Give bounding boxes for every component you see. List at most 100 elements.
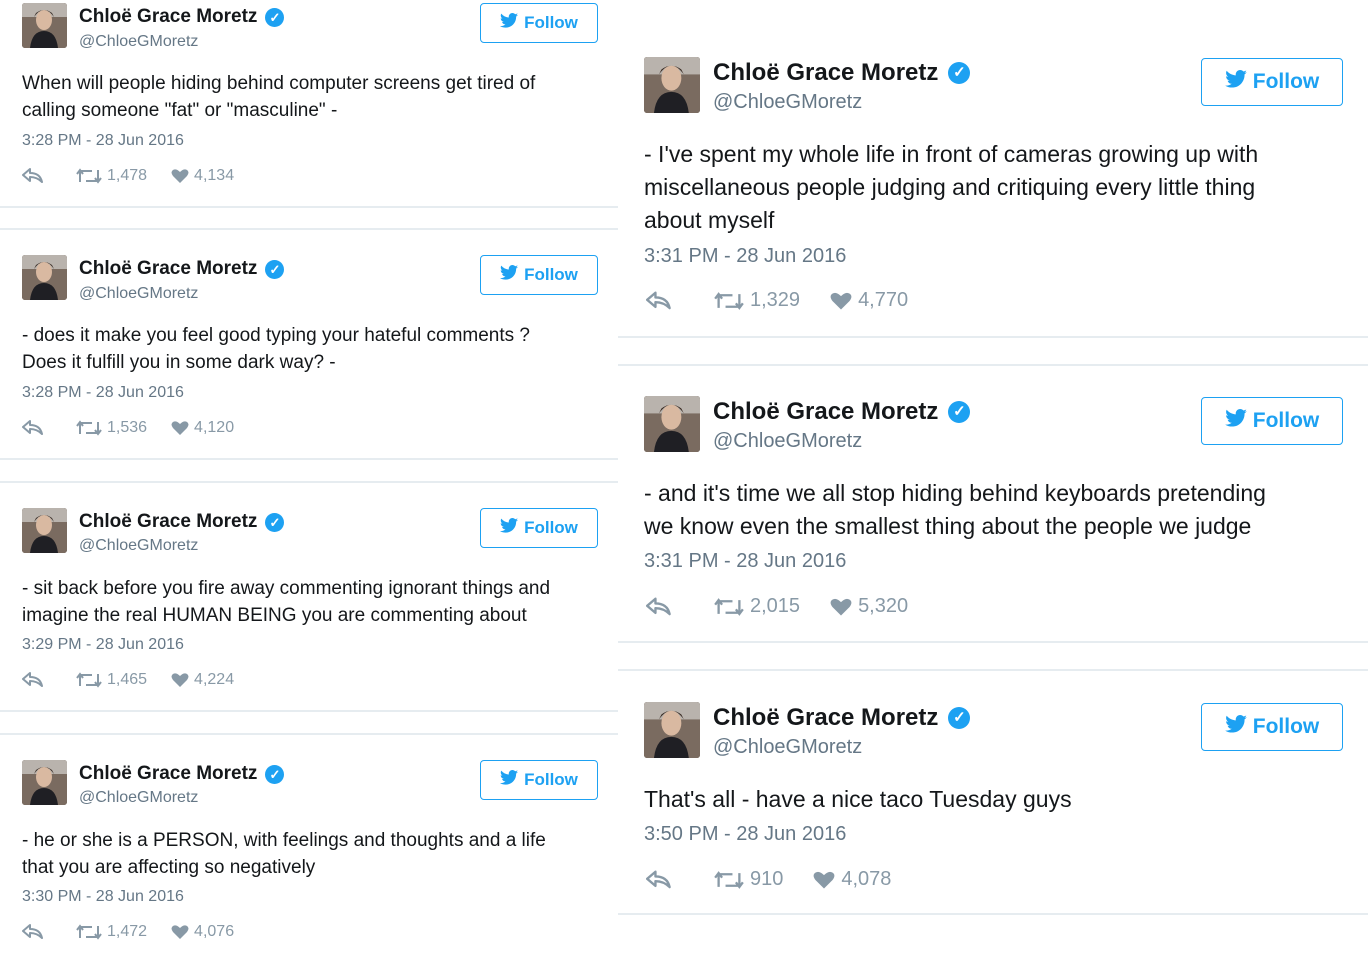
retweet-icon[interactable] — [76, 924, 102, 940]
tweet-card: Chloë Grace Moretz ✓ @ChloeGMoretz Follo… — [0, 505, 618, 709]
avatar[interactable] — [644, 396, 700, 452]
heart-icon[interactable] — [813, 870, 835, 890]
tweet-actions: 1,536 4,120 — [22, 419, 234, 437]
tweet-text-line: - he or she is a PERSON, with feelings a… — [22, 830, 546, 851]
follow-label: Follow — [1252, 70, 1320, 93]
divider — [618, 364, 1368, 366]
avatar[interactable] — [22, 255, 67, 300]
reply-icon[interactable] — [22, 672, 44, 688]
like-count: 4,224 — [194, 671, 235, 688]
tweet-text-line: that you are affecting so negatively — [22, 857, 316, 878]
avatar[interactable] — [22, 508, 67, 553]
handle[interactable]: @ChloeGMoretz — [713, 430, 862, 453]
retweet-count: 1,465 — [107, 671, 148, 688]
tweet-actions: 910 4,078 — [646, 868, 891, 891]
follow-button[interactable]: Follow — [480, 3, 598, 43]
avatar[interactable] — [644, 57, 700, 113]
like-count: 5,320 — [858, 595, 909, 617]
tweet-text-line: - I've spent my whole life in front of c… — [644, 141, 1259, 167]
heart-icon[interactable] — [171, 672, 189, 688]
retweet-icon[interactable] — [76, 168, 102, 184]
heart-icon[interactable] — [830, 291, 852, 311]
divider — [0, 228, 618, 230]
retweet-count: 1,478 — [107, 167, 148, 184]
verified-badge-icon: ✓ — [265, 7, 285, 27]
like-count: 4,078 — [841, 868, 892, 890]
display-name[interactable]: Chloë Grace Moretz — [713, 704, 938, 732]
follow-label: Follow — [1252, 715, 1320, 738]
reply-icon[interactable] — [22, 924, 44, 940]
follow-button[interactable]: Follow — [1201, 703, 1343, 751]
like-count: 4,134 — [194, 167, 235, 184]
retweet-icon[interactable] — [714, 870, 744, 890]
divider — [0, 710, 618, 712]
tweet-card: Chloë Grace Moretz ✓ @ChloeGMoretz Follo… — [0, 757, 618, 960]
tweet-text-line: miscellaneous people judging and critiqu… — [644, 174, 1256, 200]
timestamp[interactable]: 3:50 PM - 28 Jun 2016 — [644, 823, 846, 846]
display-name[interactable]: Chloë Grace Moretz — [713, 398, 938, 426]
follow-button[interactable]: Follow — [1201, 58, 1343, 106]
timestamp[interactable]: 3:28 PM - 28 Jun 2016 — [22, 384, 184, 402]
tweet-text: - sit back before you fire away commenti… — [22, 575, 602, 629]
avatar[interactable] — [22, 760, 67, 805]
retweet-icon[interactable] — [714, 597, 744, 617]
display-name[interactable]: Chloë Grace Moretz — [79, 763, 257, 785]
handle[interactable]: @ChloeGMoretz — [79, 789, 198, 807]
follow-button[interactable]: Follow — [480, 255, 598, 295]
reply-icon[interactable] — [22, 168, 44, 184]
reply-icon[interactable] — [646, 597, 672, 617]
tweet-text-line: - does it make you feel good typing your… — [22, 325, 530, 346]
retweet-icon[interactable] — [714, 291, 744, 311]
tweet-card: Chloë Grace Moretz ✓ @ChloeGMoretz Follo… — [618, 40, 1368, 335]
retweet-count: 910 — [750, 868, 784, 890]
handle[interactable]: @ChloeGMoretz — [79, 33, 198, 51]
timestamp[interactable]: 3:29 PM - 28 Jun 2016 — [22, 636, 184, 654]
tweet-text: - I've spent my whole life in front of c… — [644, 138, 1334, 237]
tweet-text-line: Does it fulfill you in some dark way? - — [22, 352, 336, 373]
avatar[interactable] — [644, 702, 700, 758]
tweet-card: Chloë Grace Moretz ✓ @ChloeGMoretz Follo… — [618, 686, 1368, 912]
like-count: 4,076 — [194, 923, 235, 940]
heart-icon[interactable] — [171, 420, 189, 436]
tweet-text: - does it make you feel good typing your… — [22, 322, 602, 376]
retweet-count: 1,472 — [107, 923, 148, 940]
timestamp[interactable]: 3:31 PM - 28 Jun 2016 — [644, 245, 846, 268]
follow-button[interactable]: Follow — [1201, 397, 1343, 445]
tweet-text: - he or she is a PERSON, with feelings a… — [22, 827, 602, 881]
verified-badge-icon: ✓ — [265, 259, 285, 279]
like-count: 4,120 — [194, 419, 235, 436]
follow-label: Follow — [524, 518, 578, 537]
timestamp[interactable]: 3:28 PM - 28 Jun 2016 — [22, 132, 184, 150]
retweet-icon[interactable] — [76, 420, 102, 436]
twitter-bird-icon — [500, 13, 519, 33]
retweet-icon[interactable] — [76, 672, 102, 688]
handle[interactable]: @ChloeGMoretz — [79, 285, 198, 303]
display-name[interactable]: Chloë Grace Moretz — [79, 258, 257, 280]
reply-icon[interactable] — [646, 291, 672, 311]
reply-icon[interactable] — [646, 870, 672, 890]
follow-button[interactable]: Follow — [480, 760, 598, 800]
heart-icon[interactable] — [830, 597, 852, 617]
divider — [0, 458, 618, 460]
verified-badge-icon: ✓ — [948, 401, 971, 423]
handle[interactable]: @ChloeGMoretz — [713, 736, 862, 759]
tweet-actions: 1,329 4,770 — [646, 289, 908, 312]
handle[interactable]: @ChloeGMoretz — [79, 537, 198, 555]
timestamp[interactable]: 3:30 PM - 28 Jun 2016 — [22, 888, 184, 906]
handle[interactable]: @ChloeGMoretz — [713, 91, 862, 114]
heart-icon[interactable] — [171, 924, 189, 940]
display-name[interactable]: Chloë Grace Moretz — [713, 59, 938, 87]
tweet-actions: 1,465 4,224 — [22, 671, 234, 689]
heart-icon[interactable] — [171, 168, 189, 184]
avatar[interactable] — [22, 3, 67, 48]
display-name[interactable]: Chloë Grace Moretz — [79, 511, 257, 533]
timestamp[interactable]: 3:31 PM - 28 Jun 2016 — [644, 550, 846, 573]
reply-icon[interactable] — [22, 420, 44, 436]
tweet-text-line: - sit back before you fire away commenti… — [22, 578, 551, 599]
twitter-bird-icon — [500, 770, 519, 790]
display-name[interactable]: Chloë Grace Moretz — [79, 6, 257, 28]
twitter-bird-icon — [1224, 715, 1247, 739]
twitter-bird-icon — [500, 518, 519, 538]
divider — [618, 913, 1368, 915]
follow-button[interactable]: Follow — [480, 508, 598, 548]
